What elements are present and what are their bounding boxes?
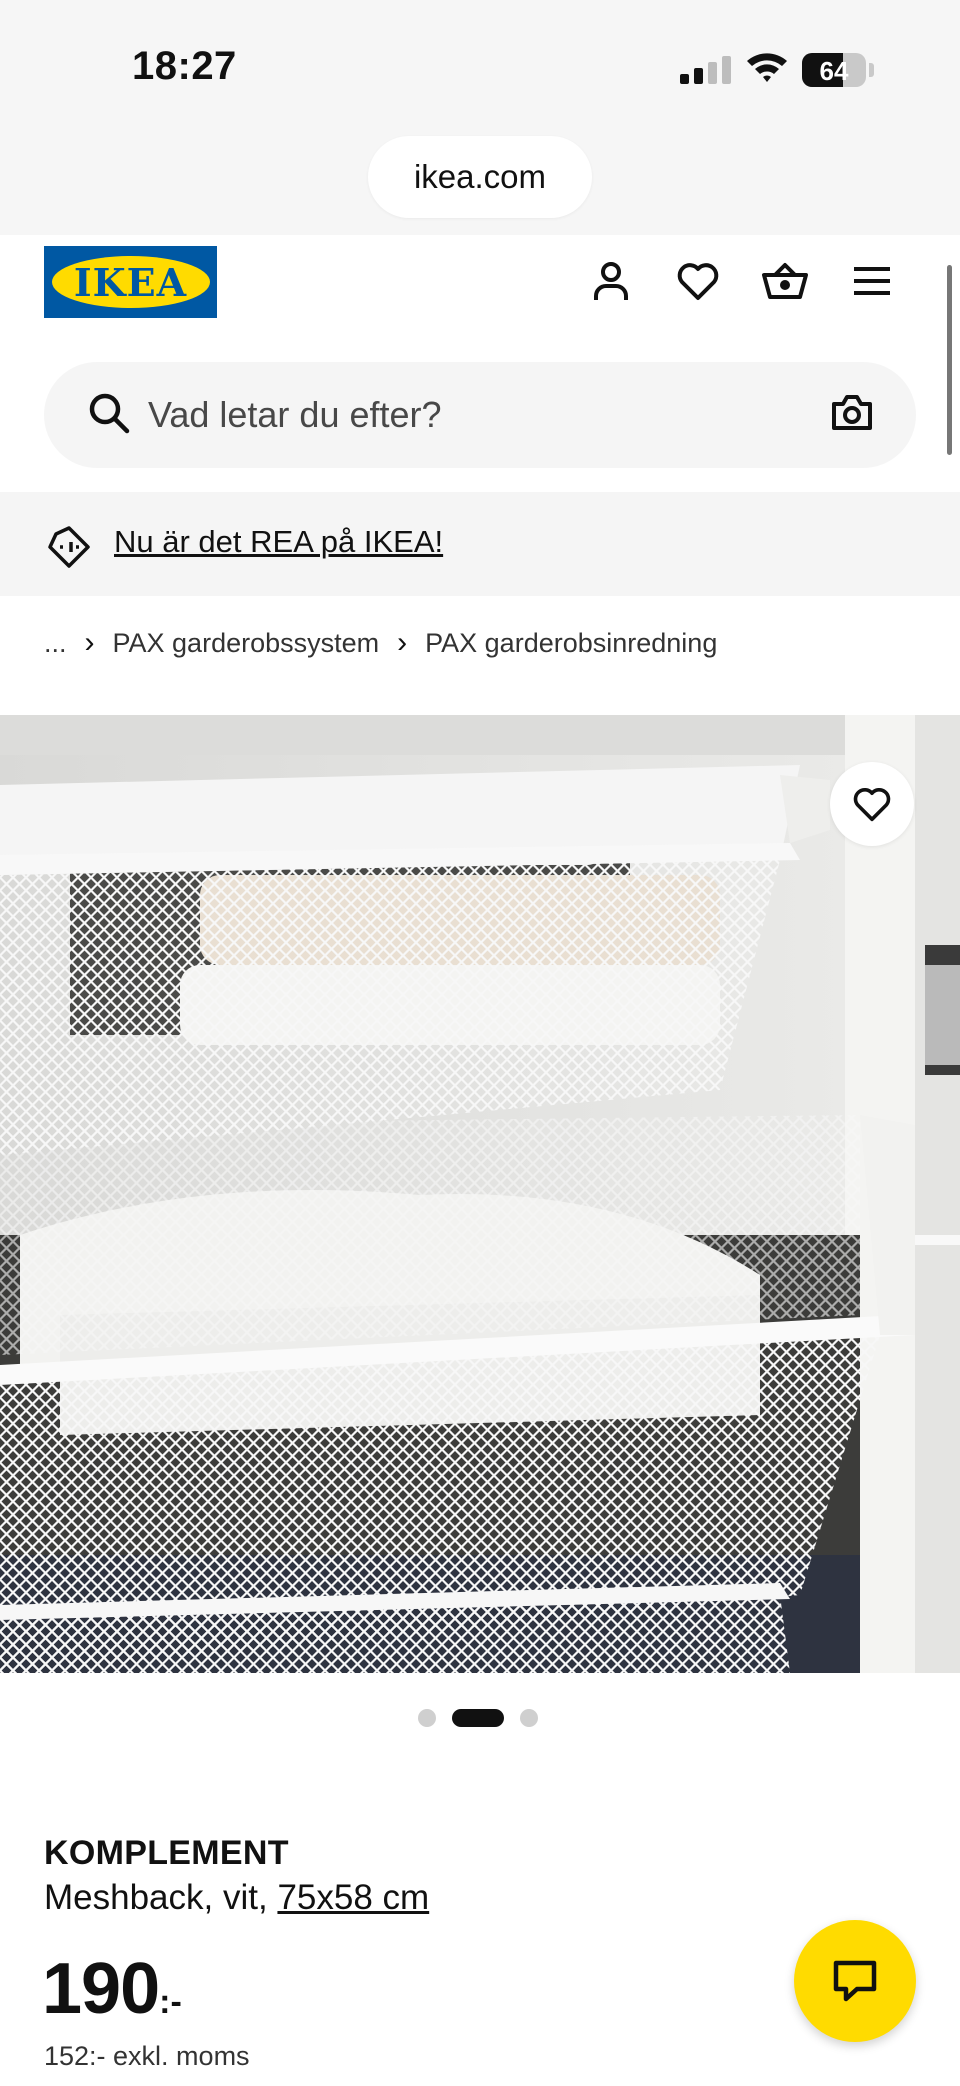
- product-description: Meshback, vit, 75x58 cm: [44, 1878, 429, 1918]
- product-price: 190 :-: [42, 1948, 182, 2030]
- carousel-dot[interactable]: [520, 1709, 538, 1727]
- product-name: KOMPLEMENT: [44, 1834, 289, 1872]
- heart-icon[interactable]: [672, 255, 724, 307]
- price-value: 190: [42, 1949, 160, 2029]
- url-pill[interactable]: ikea.com: [368, 136, 592, 218]
- price-suffix: :-: [159, 1983, 182, 2021]
- wifi-icon: [745, 50, 789, 89]
- carousel-dot[interactable]: [452, 1709, 504, 1727]
- battery-percent: 64: [819, 56, 849, 86]
- product-image[interactable]: [0, 715, 960, 1673]
- logo-oval: IKEA: [51, 256, 210, 308]
- battery-tip: [869, 63, 874, 77]
- add-to-favourites-button[interactable]: [830, 762, 914, 846]
- scroll-indicator: [947, 265, 952, 455]
- price-tag-icon: [46, 524, 92, 575]
- logo-text: IKEA: [73, 259, 188, 305]
- promo-banner: Nu är det REA på IKEA!: [0, 492, 960, 596]
- breadcrumb-ellipsis[interactable]: ...: [44, 628, 67, 659]
- product-size-link[interactable]: 75x58 cm: [277, 1878, 429, 1917]
- chat-button[interactable]: [794, 1920, 916, 2042]
- status-bar: 18:27 64: [0, 0, 960, 130]
- breadcrumb-item-pax-interior[interactable]: PAX garderobsinredning: [425, 628, 717, 659]
- basket-icon[interactable]: [759, 255, 811, 307]
- heart-icon: [853, 788, 891, 822]
- chevron-right-icon: ›: [84, 626, 95, 659]
- chat-icon: [833, 1960, 877, 2002]
- search-bar: [44, 362, 916, 468]
- cellular-signal-icon: [680, 56, 731, 84]
- price-excl-vat: 152:- exkl. moms: [44, 2041, 250, 2071]
- site-header: IKEA: [0, 235, 960, 357]
- carousel-dot[interactable]: [418, 1709, 436, 1727]
- promo-link[interactable]: Nu är det REA på IKEA!: [114, 524, 443, 560]
- breadcrumb-item-pax-system[interactable]: PAX garderobssystem: [113, 628, 380, 659]
- profile-icon[interactable]: [585, 255, 637, 307]
- product-type: Meshback, vit,: [44, 1878, 268, 1917]
- chevron-right-icon: ›: [397, 626, 408, 659]
- ikea-logo[interactable]: IKEA: [44, 246, 217, 318]
- battery-icon: 64: [802, 53, 866, 87]
- search-icon: [86, 390, 132, 441]
- search-input[interactable]: [148, 362, 828, 468]
- breadcrumb: ... › PAX garderobssystem › PAX garderob…: [44, 626, 717, 660]
- camera-icon[interactable]: [830, 392, 874, 437]
- menu-icon[interactable]: [846, 255, 898, 307]
- status-time: 18:27: [132, 44, 237, 88]
- carousel-indicator: [418, 1709, 538, 1727]
